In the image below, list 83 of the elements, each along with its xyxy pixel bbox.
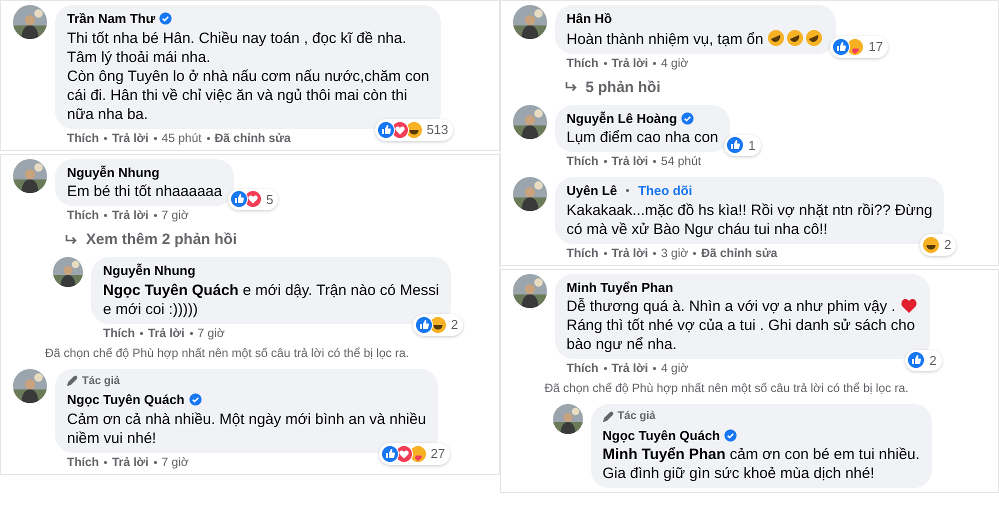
author-label: Tác giả [618,409,656,424]
reaction-summary[interactable]: 513 [374,119,454,140]
heart-icon [900,297,918,314]
reaction-summary[interactable]: 5 [228,188,278,210]
author-name[interactable]: Trần Nam Thư [67,9,156,28]
pencil-icon [67,375,78,386]
author-name[interactable]: Nguyễn Lê Hoàng [566,108,678,128]
follow-link[interactable]: Theo dõi [638,181,692,200]
filter-notice: Đã chọn chế độ Phù hợp nhất nên một số câu trả lời có thể bị lọc ra. [44,346,410,360]
thumbs-up-icon [230,190,248,208]
edited-label[interactable]: Đã chỉnh sửa [214,130,291,146]
edited-label[interactable]: Đã chỉnh sửa [701,246,778,260]
pencil-icon [602,410,614,422]
author-name[interactable]: Uyên Lê [566,181,618,200]
comment-time[interactable]: 7 giờ [198,326,225,340]
comment-text: Minh Tuyển Phan cảm ơn con bé em tui nhiều. Gia đình giữ gìn sức khoẻ mùa dịch nhé! [602,446,920,482]
reaction-count: 2 [944,236,952,254]
comment-time[interactable]: 45 phút [162,130,202,146]
reaction-summary[interactable]: 1 [724,134,760,156]
comment-time[interactable]: 7 giờ [162,208,189,223]
comment-action-link[interactable]: Trả lời [112,454,149,470]
thumbs-up-icon [376,120,395,139]
reaction-count: 2 [929,352,937,370]
thumbs-up-icon [832,38,850,56]
laughing-emoji-icon [922,236,940,254]
comment-action-link[interactable]: Thích [566,56,598,70]
thumbs-up-icon [414,316,433,334]
comment-action-link[interactable]: Thích [67,130,99,146]
hugging-emoji-icon [846,38,864,56]
comment-text: Hoàn thành nhiệm vụ, tạm ổn [566,30,764,48]
comment-time[interactable]: 4 giờ [661,361,688,376]
reaction-summary[interactable]: 2 [412,314,464,336]
author-name[interactable]: Hân Hồ [566,9,612,28]
hugging-emoji-icon [408,444,427,463]
comment-action-link[interactable]: Trả lời [112,208,149,223]
comment-action-link[interactable]: Trả lời [612,246,648,260]
comment-action-link[interactable]: Thích [67,454,99,470]
view-replies-link[interactable]: Xem thêm 2 phản hồi [86,231,237,249]
filter-notice: Đã chọn chế độ Phù hợp nhất nên một số câu trả lời có thể bị lọc ra. [544,381,910,396]
comment-time[interactable]: 54 phút [661,154,702,169]
comment-action-link[interactable]: Trả lời [148,326,185,340]
laughing-emoji-icon [404,120,423,139]
author-name[interactable]: Ngọc Tuyên Quách [602,426,720,445]
comment-action-link[interactable]: Trả lời [612,154,648,169]
reaction-summary[interactable]: 2 [920,234,956,256]
author-name[interactable]: Ngọc Tuyên Quách [67,390,184,410]
reaction-count: 2 [450,316,458,334]
comment-action-link[interactable]: Thích [67,208,99,223]
view-replies-link[interactable]: 5 phản hồi [586,78,660,96]
laughing-emoji-icon [786,28,804,46]
reply-arrow-icon [564,82,578,93]
author-label: Tác giả [82,374,120,388]
author-name[interactable]: Minh Tuyển Phan [566,278,674,297]
author-name[interactable]: Nguyễn Nhung [103,261,196,280]
thumbs-up-icon [380,444,399,463]
reaction-summary[interactable]: 2 [905,350,942,371]
reaction-count: 5 [266,190,274,208]
reaction-count: 17 [868,38,883,56]
reaction-count: 27 [430,445,446,463]
reaction-count: 513 [426,121,448,139]
comment-text: Dễ thương quá à. Nhìn a với vợ a như phim vậy . [566,298,896,315]
comment-action-link[interactable]: Thích [566,361,598,376]
comment-time[interactable]: 3 giờ [661,246,688,260]
laughing-emoji-icon [805,28,824,46]
reply-arrow-icon [65,234,78,246]
comment-text: Em bé thi tốt nhaaaaaa [67,183,222,200]
thumbs-up-icon [907,351,926,370]
comment-action-link[interactable]: Trả lời [112,130,149,146]
comment-action-link[interactable]: Thích [566,154,598,169]
comment-action-link[interactable]: Trả lời [612,361,648,376]
laughing-emoji-icon [767,28,786,46]
thumbs-up-icon [726,136,744,154]
reaction-summary[interactable]: 27 [378,443,450,464]
comment-action-link[interactable]: Trả lời [612,56,648,70]
author-name[interactable]: Nguyễn Nhung [67,162,160,182]
laughing-emoji-icon [428,316,447,334]
comment-time[interactable]: 7 giờ [162,454,189,470]
comment-text: Lụm điểm cao nha con [566,129,718,146]
comment-action-link[interactable]: Thích [103,326,135,340]
comment-time[interactable]: 4 giờ [661,56,688,70]
reaction-summary[interactable]: 17 [830,36,888,58]
comment-action-link[interactable]: Thích [566,246,598,260]
reaction-count: 1 [748,136,756,154]
